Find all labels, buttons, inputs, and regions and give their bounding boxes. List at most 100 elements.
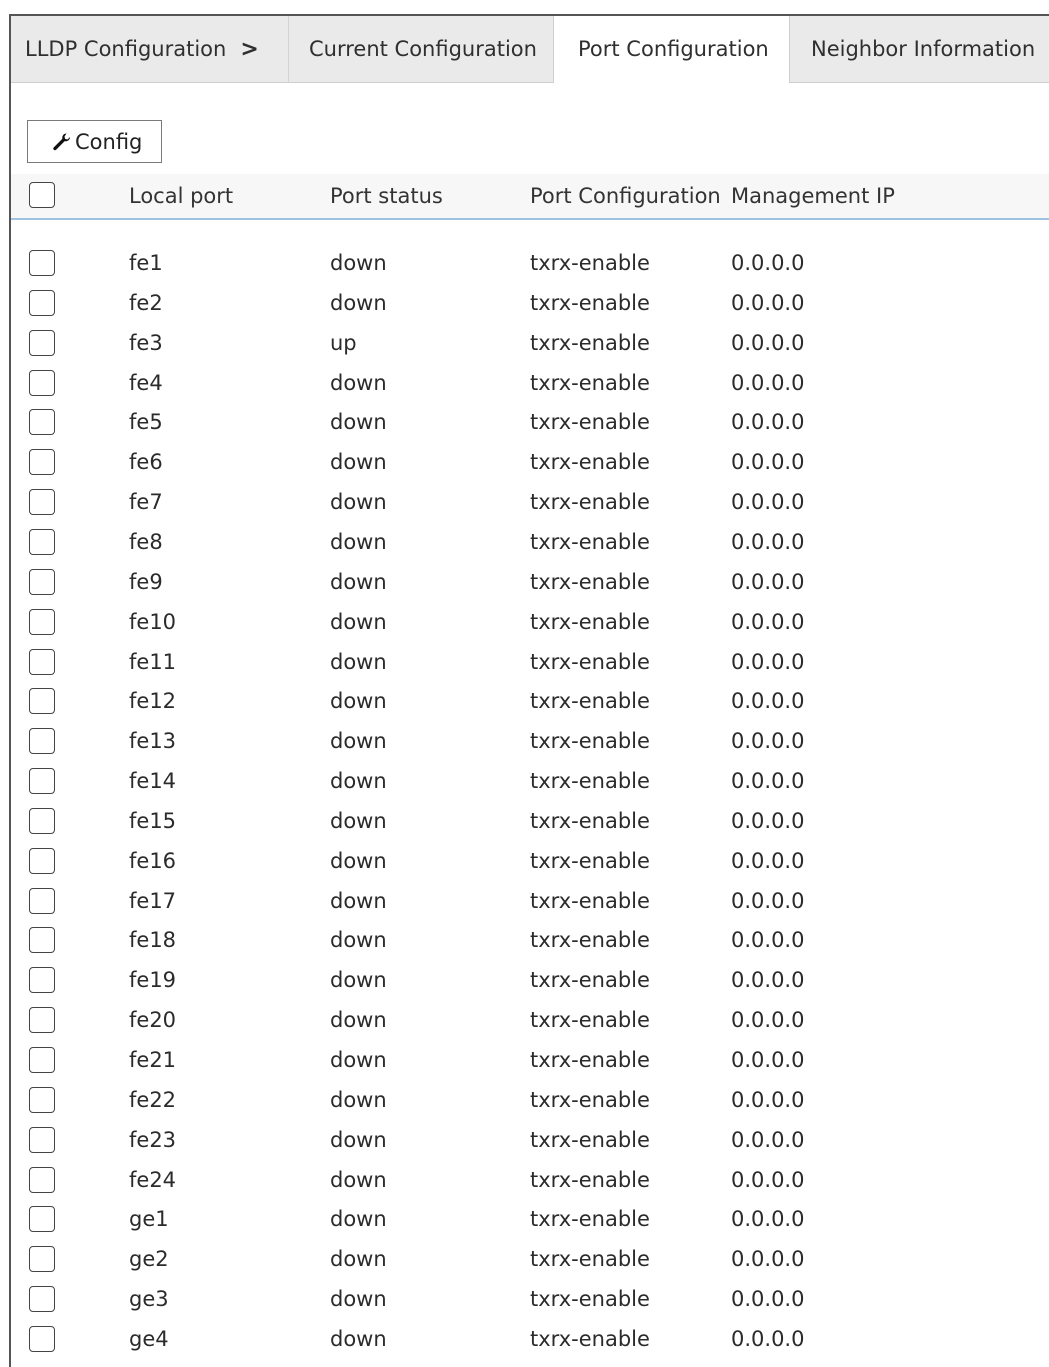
cell-management-ip: 0.0.0.0 [731,410,805,435]
table-row[interactable]: fe17 down txrx-enable 0.0.0.0 [11,883,1049,923]
row-checkbox[interactable] [29,887,55,914]
cell-local-port: fe2 [129,290,163,315]
row-checkbox[interactable] [29,1286,55,1313]
table-row[interactable]: ge2 down txrx-enable 0.0.0.0 [11,1241,1049,1281]
cell-port-status: down [330,410,387,435]
row-checkbox[interactable] [29,250,55,276]
lldp-panel: LLDP Configuration > Current Configuratio… [9,14,1049,1367]
row-checkbox[interactable] [29,728,55,755]
table-row[interactable]: fe16 down txrx-enable 0.0.0.0 [11,843,1049,883]
table-row[interactable]: fe4 down txrx-enable 0.0.0.0 [11,365,1049,405]
row-checkbox[interactable] [29,807,55,834]
table-row[interactable]: fe22 down txrx-enable 0.0.0.0 [11,1082,1049,1122]
table-row[interactable]: fe7 down txrx-enable 0.0.0.0 [11,484,1049,524]
row-checkbox[interactable] [29,1047,55,1073]
row-checkbox[interactable] [29,568,55,595]
cell-local-port: ge4 [129,1326,169,1351]
row-checkbox[interactable] [29,847,55,874]
cell-port-status: down [330,569,387,594]
cell-port-status: down [330,1167,387,1192]
row-checkbox[interactable] [29,1007,55,1034]
cell-port-configuration: txrx-enable [530,848,650,873]
table-row[interactable]: ge3 down txrx-enable 0.0.0.0 [11,1281,1049,1321]
cell-local-port: fe4 [129,370,163,395]
row-checkbox[interactable] [29,608,55,635]
table-row[interactable]: fe1 down txrx-enable 0.0.0.0 [11,245,1049,285]
cell-port-status: down [330,251,387,275]
cell-local-port: fe3 [129,330,163,355]
row-checkbox[interactable] [29,329,55,356]
tab-port-configuration[interactable]: Port Configuration [553,16,790,83]
table-row[interactable]: fe15 down txrx-enable 0.0.0.0 [11,803,1049,843]
row-checkbox[interactable] [29,1086,55,1113]
table-row[interactable]: fe11 down txrx-enable 0.0.0.0 [11,644,1049,684]
table-row[interactable]: fe3 up txrx-enable 0.0.0.0 [11,325,1049,365]
cell-port-configuration: txrx-enable [530,569,650,594]
row-checkbox[interactable] [29,409,55,436]
cell-port-status: down [330,1127,387,1152]
row-checkbox[interactable] [29,1246,55,1273]
row-checkbox[interactable] [29,1126,55,1153]
table-row[interactable]: fe13 down txrx-enable 0.0.0.0 [11,723,1049,763]
cell-port-status: down [330,968,387,993]
breadcrumb-separator: > [240,37,259,62]
row-checkbox[interactable] [29,688,55,715]
cell-local-port: ge3 [129,1287,169,1312]
row-checkbox[interactable] [29,369,55,396]
cell-port-status: down [330,1287,387,1312]
table-row[interactable]: fe24 down txrx-enable 0.0.0.0 [11,1162,1049,1202]
cell-port-status: down [330,1326,387,1351]
header-port-configuration[interactable]: Port Configuration [530,184,721,208]
header-management-ip[interactable]: Management IP [731,184,895,208]
row-checkbox[interactable] [29,1166,55,1193]
cell-port-status: down [330,1048,387,1072]
table-row[interactable]: fe20 down txrx-enable 0.0.0.0 [11,1002,1049,1042]
tab-current-configuration[interactable]: Current Configuration [288,16,553,82]
cell-port-configuration: txrx-enable [530,1167,650,1192]
table-row[interactable]: fe8 down txrx-enable 0.0.0.0 [11,524,1049,564]
row-checkbox[interactable] [29,528,55,555]
table-row[interactable]: fe12 down txrx-enable 0.0.0.0 [11,683,1049,723]
table-row[interactable]: fe18 down txrx-enable 0.0.0.0 [11,922,1049,962]
table-row[interactable]: fe21 down txrx-enable 0.0.0.0 [11,1042,1049,1082]
cell-port-configuration: txrx-enable [530,649,650,674]
row-checkbox[interactable] [29,648,55,675]
row-checkbox[interactable] [29,449,55,476]
cell-local-port: ge1 [129,1207,169,1232]
row-checkbox[interactable] [29,289,55,316]
table-row[interactable]: fe6 down txrx-enable 0.0.0.0 [11,444,1049,484]
cell-management-ip: 0.0.0.0 [731,529,805,554]
table-row[interactable]: fe10 down txrx-enable 0.0.0.0 [11,604,1049,644]
row-checkbox[interactable] [29,927,55,954]
cell-management-ip: 0.0.0.0 [731,769,805,794]
cell-local-port: fe6 [129,450,163,475]
tab-neighbor-information[interactable]: Neighbor Information [790,16,1049,82]
table-row[interactable]: ge1 down txrx-enable 0.0.0.0 [11,1201,1049,1241]
row-checkbox[interactable] [29,1325,55,1352]
table-row[interactable]: ge4 down txrx-enable 0.0.0.0 [11,1321,1049,1361]
table-row[interactable]: fe14 down txrx-enable 0.0.0.0 [11,763,1049,803]
cell-management-ip: 0.0.0.0 [731,968,805,993]
cell-management-ip: 0.0.0.0 [731,1207,805,1232]
header-port-status[interactable]: Port status [330,184,443,208]
table-row[interactable]: fe19 down txrx-enable 0.0.0.0 [11,962,1049,1002]
cell-management-ip: 0.0.0.0 [731,848,805,873]
cell-management-ip: 0.0.0.0 [731,450,805,475]
row-checkbox[interactable] [29,768,55,795]
select-all-checkbox[interactable] [29,182,55,208]
cell-management-ip: 0.0.0.0 [731,1048,805,1072]
table-row[interactable]: fe5 down txrx-enable 0.0.0.0 [11,404,1049,444]
table-row[interactable]: fe9 down txrx-enable 0.0.0.0 [11,564,1049,604]
breadcrumb-label: LLDP Configuration [25,37,227,61]
table-row[interactable]: fe23 down txrx-enable 0.0.0.0 [11,1122,1049,1162]
table-row[interactable]: fe2 down txrx-enable 0.0.0.0 [11,285,1049,325]
row-checkbox[interactable] [29,489,55,516]
cell-port-status: down [330,808,387,833]
row-checkbox[interactable] [29,1206,55,1233]
config-button[interactable]: Config [27,120,162,163]
cell-management-ip: 0.0.0.0 [731,1326,805,1351]
header-local-port[interactable]: Local port [129,184,233,208]
row-checkbox[interactable] [29,967,55,994]
cell-port-configuration: txrx-enable [530,968,650,993]
cell-port-status: down [330,1008,387,1033]
